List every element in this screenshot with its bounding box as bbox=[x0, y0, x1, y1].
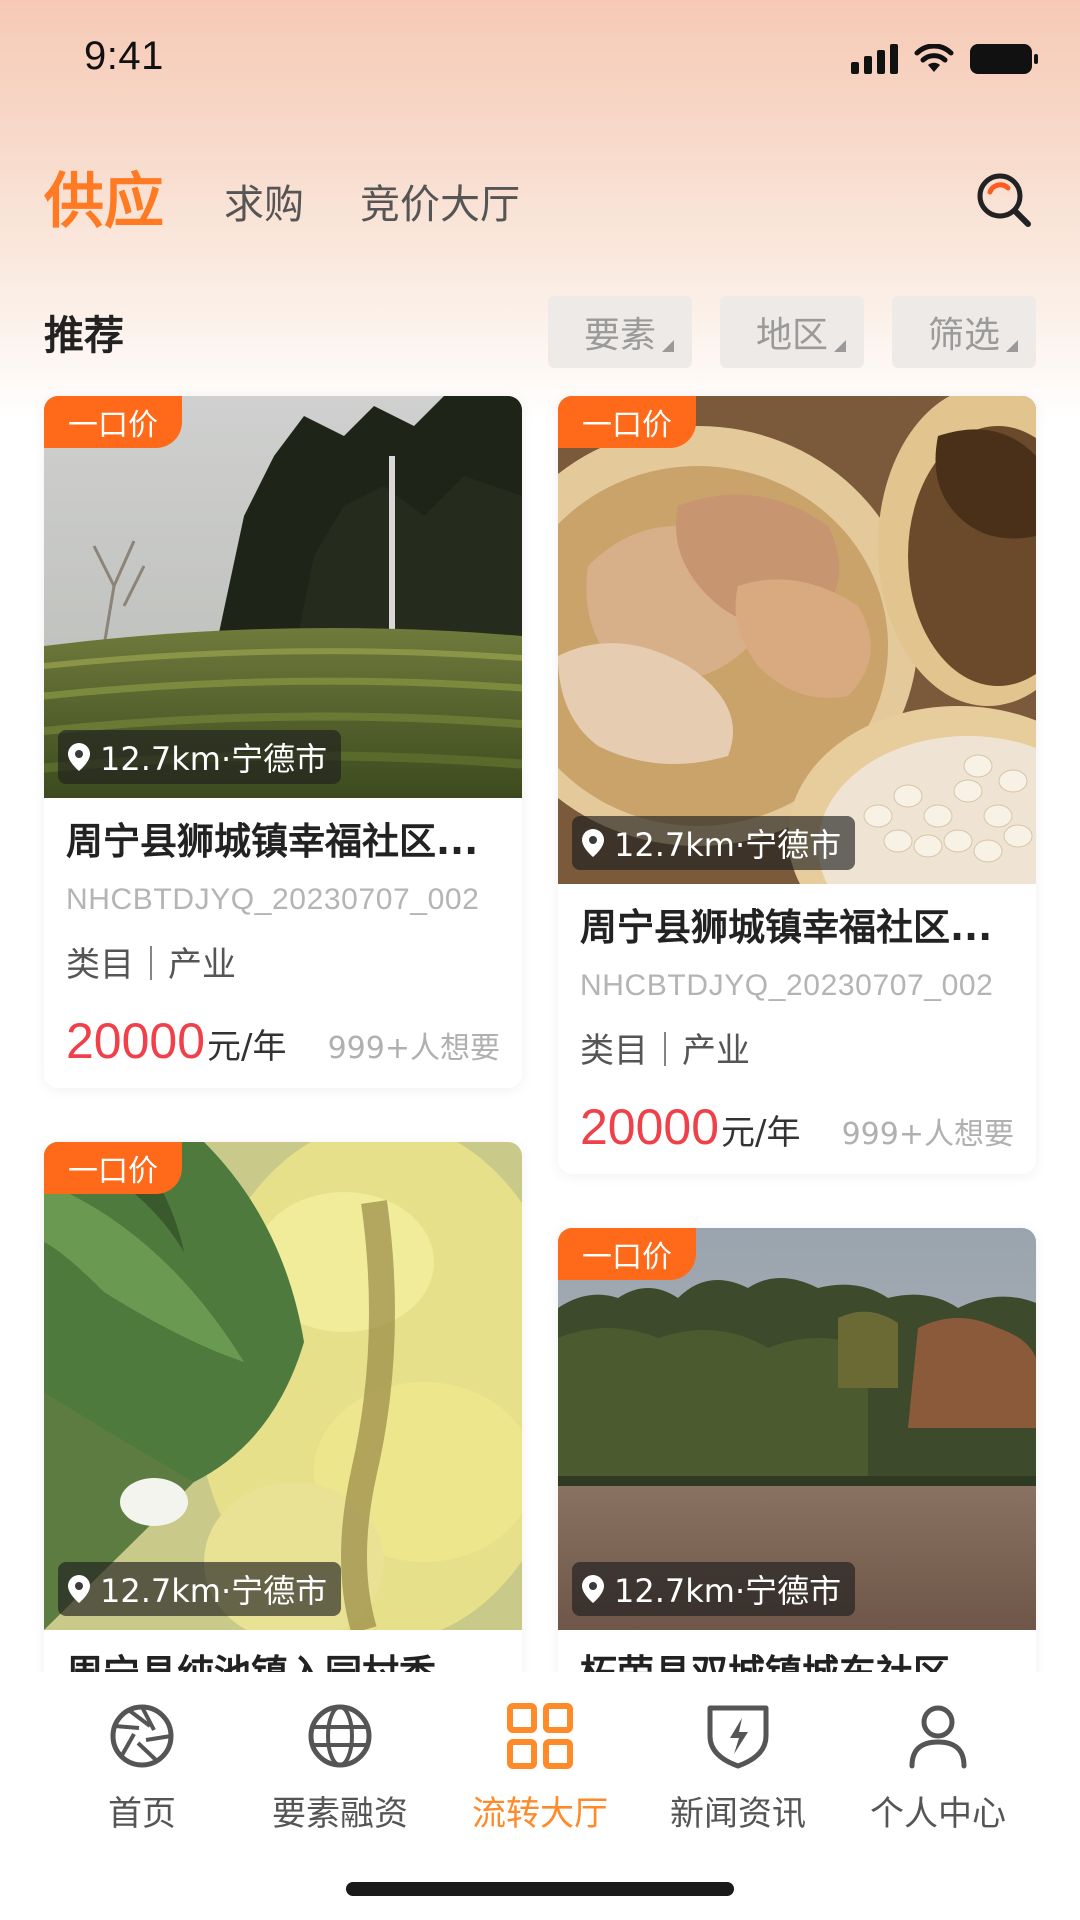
wants-count: 999+人想要 bbox=[327, 1031, 500, 1066]
section-header: 推荐 要素 地区 筛选 bbox=[44, 296, 1036, 368]
filter-label: 地区 bbox=[755, 315, 828, 356]
location-text: 12.7km·宁德市 bbox=[100, 1572, 328, 1610]
nav-label: 新闻资讯 bbox=[670, 1794, 806, 1834]
listing-card[interactable]: 一口价 12.7km·宁德市 柘荣县双城镇城东社区... bbox=[558, 1228, 1036, 1748]
fixed-price-badge: 一口价 bbox=[44, 396, 182, 448]
fixed-price-badge: 一口价 bbox=[558, 1228, 696, 1280]
home-indicator bbox=[346, 1882, 734, 1896]
tab-purchase[interactable]: 求购 bbox=[224, 172, 304, 240]
tab-supply[interactable]: 供应 bbox=[44, 153, 164, 240]
filter-label: 要素 bbox=[583, 315, 656, 356]
filter-region[interactable]: 地区 bbox=[720, 296, 864, 368]
location-tag: 12.7km·宁德市 bbox=[58, 1562, 342, 1616]
nav-label: 流转大厅 bbox=[472, 1794, 608, 1834]
status-time: 9:41 bbox=[84, 34, 164, 78]
location-pin-icon bbox=[68, 743, 90, 771]
nav-transfer-hall[interactable]: 流转大厅 bbox=[440, 1700, 640, 1835]
price-value: 20000 bbox=[580, 1099, 720, 1155]
aperture-icon bbox=[110, 1704, 174, 1768]
location-pin-icon bbox=[582, 1575, 604, 1603]
listing-category: 类目｜产业 bbox=[66, 945, 236, 985]
filter-element[interactable]: 要素 bbox=[548, 296, 692, 368]
nav-news[interactable]: 新闻资讯 bbox=[638, 1700, 838, 1835]
price-row: 20000 元/年 999+人想要 bbox=[580, 1098, 1014, 1155]
nav-home[interactable]: 首页 bbox=[42, 1700, 242, 1835]
price-unit: 元/年 bbox=[721, 1113, 801, 1153]
location-tag: 12.7km·宁德市 bbox=[572, 816, 856, 870]
price-unit: 元/年 bbox=[207, 1027, 287, 1067]
card-body: 周宁县狮城镇幸福社区... NHCBTDJYQ_20230707_002 类目｜… bbox=[44, 798, 522, 1088]
listing-category: 类目｜产业 bbox=[580, 1031, 750, 1071]
filter-screen[interactable]: 筛选 bbox=[892, 296, 1036, 368]
section-title: 推荐 bbox=[44, 313, 124, 359]
listing-title: 周宁县狮城镇幸福社区... bbox=[66, 820, 479, 863]
price-value: 20000 bbox=[66, 1013, 206, 1069]
listing-image: 一口价 12.7km·宁德市 bbox=[558, 396, 1036, 884]
flower-photo bbox=[44, 1142, 522, 1630]
nav-label: 要素融资 bbox=[272, 1794, 408, 1834]
filter-label: 筛选 bbox=[927, 315, 1000, 356]
fixed-price-badge: 一口价 bbox=[44, 1142, 182, 1194]
search-icon[interactable] bbox=[972, 168, 1036, 232]
location-tag: 12.7km·宁德市 bbox=[572, 1562, 856, 1616]
nav-label: 个人中心 bbox=[870, 1794, 1006, 1834]
listing-code: NHCBTDJYQ_20230707_002 bbox=[66, 883, 480, 916]
listing-card[interactable]: 一口价 12.7km·宁德市 周宁县狮城镇幸福社区... NHCBTDJYQ_2… bbox=[558, 396, 1036, 1174]
status-bar: 9:41 bbox=[0, 0, 1080, 120]
top-tabs: 供应 求购 竞价大厅 bbox=[44, 150, 576, 240]
dropdown-triangle-icon bbox=[662, 340, 674, 352]
grid-icon bbox=[507, 1703, 573, 1769]
person-icon bbox=[909, 1705, 967, 1769]
nav-label: 首页 bbox=[108, 1794, 176, 1834]
listing-image: 一口价 12.7km·宁德市 bbox=[44, 1142, 522, 1630]
location-tag: 12.7km·宁德市 bbox=[58, 730, 342, 784]
listing-image: 一口价 12.7km·宁德市 bbox=[558, 1228, 1036, 1630]
listing-title: 周宁县狮城镇幸福社区... bbox=[580, 906, 993, 949]
listing-image: 一口价 12.7km·宁德市 bbox=[44, 396, 522, 798]
shield-bolt-icon bbox=[707, 1705, 769, 1769]
location-pin-icon bbox=[68, 1575, 90, 1603]
wants-count: 999+人想要 bbox=[841, 1117, 1014, 1152]
nav-element-finance[interactable]: 要素融资 bbox=[240, 1700, 440, 1835]
location-text: 12.7km·宁德市 bbox=[614, 826, 842, 864]
location-pin-icon bbox=[582, 829, 604, 857]
dried-mushroom-photo bbox=[558, 396, 1036, 884]
nav-profile[interactable]: 个人中心 bbox=[838, 1700, 1038, 1835]
location-text: 12.7km·宁德市 bbox=[614, 1572, 842, 1610]
listing-card[interactable]: 一口价 12.7km·宁德市 周宁县纯池镇入园村香... bbox=[44, 1142, 522, 1742]
listing-card[interactable]: 一口价 12.7km·宁德市 周宁县狮城镇幸福社区... NHCBTDJYQ_2… bbox=[44, 396, 522, 1088]
battery-icon bbox=[970, 44, 1038, 74]
dropdown-triangle-icon bbox=[1006, 340, 1018, 352]
location-text: 12.7km·宁德市 bbox=[100, 740, 328, 778]
listing-code: NHCBTDJYQ_20230707_002 bbox=[580, 969, 994, 1002]
dropdown-triangle-icon bbox=[834, 340, 846, 352]
tab-auction-hall[interactable]: 竞价大厅 bbox=[360, 172, 520, 240]
price-row: 20000 元/年 999+人想要 bbox=[66, 1012, 500, 1069]
globe-icon bbox=[308, 1704, 372, 1768]
status-icons bbox=[851, 44, 1038, 74]
wifi-icon bbox=[914, 44, 954, 72]
signal-icon bbox=[851, 44, 898, 74]
fixed-price-badge: 一口价 bbox=[558, 396, 696, 448]
card-body: 周宁县狮城镇幸福社区... NHCBTDJYQ_20230707_002 类目｜… bbox=[558, 884, 1036, 1174]
